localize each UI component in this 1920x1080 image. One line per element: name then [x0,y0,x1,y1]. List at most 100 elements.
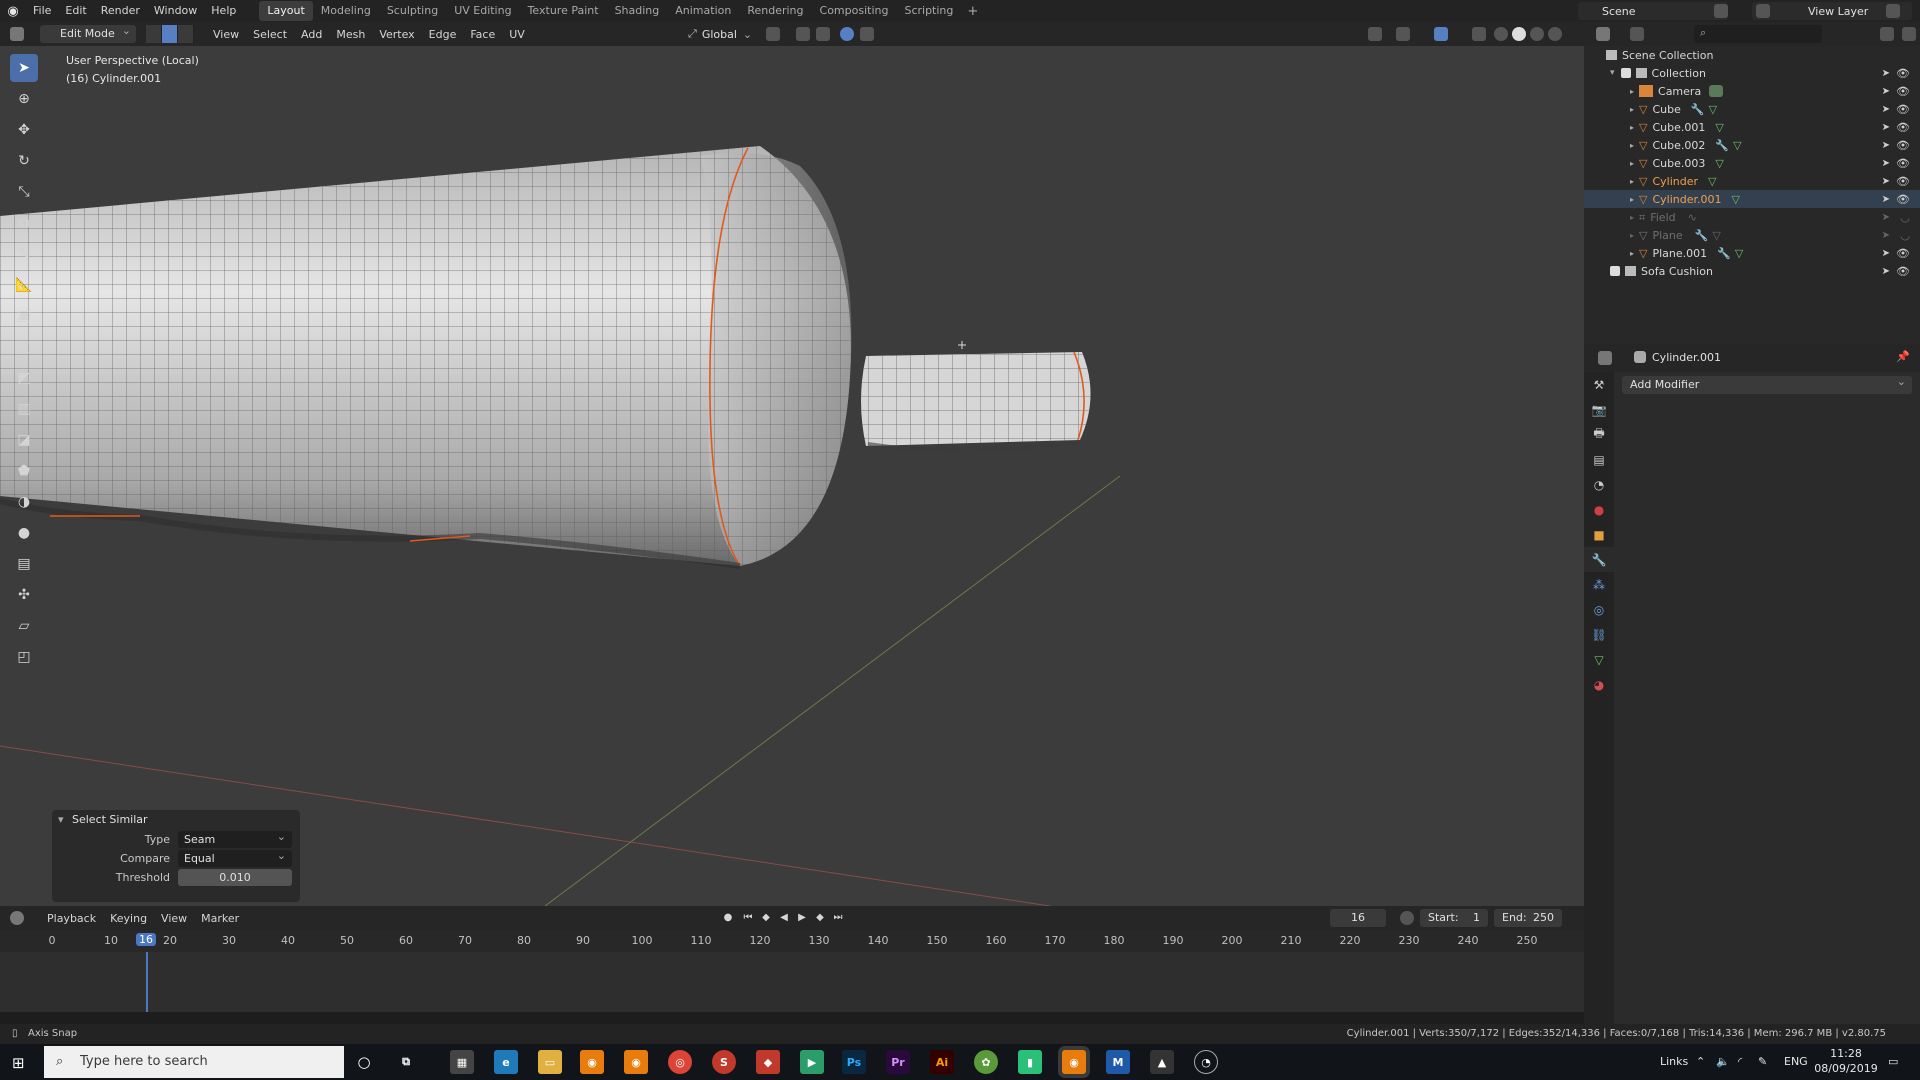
select-arrow-icon[interactable]: ➤ [1882,68,1890,79]
expand-arrow-icon[interactable]: ▸ [1630,87,1634,96]
small-cylinder-mesh[interactable] [850,346,1110,456]
knife-tool-icon[interactable]: ◪ [10,426,38,454]
editor-type-icon[interactable] [10,27,24,41]
notification-icon[interactable]: ▭ [1888,1044,1898,1080]
outliner-item[interactable]: ▸ ▽ Cube.002 🔧 ▽ ➤ 👁 [1584,136,1920,154]
menu-help[interactable]: Help [204,0,243,22]
expand-arrow-icon[interactable]: ▸ [1630,195,1634,204]
network-icon[interactable]: ◜ [1738,1044,1742,1080]
eye-icon[interactable]: 👁 [1896,265,1910,278]
menu-edit[interactable]: Edit [58,0,93,22]
outliner-item[interactable]: ▸ ▽ Cylinder ▽ ➤ 👁 [1584,172,1920,190]
menu-render[interactable]: Render [94,0,147,22]
add-modifier-dropdown[interactable]: Add Modifier [1622,373,1912,394]
end-frame-field[interactable]: End: 250 [1494,909,1562,927]
select-arrow-icon[interactable]: ➤ [1882,104,1890,115]
menu-vertex[interactable]: Vertex [372,28,421,41]
mesh-data-icon[interactable]: ▽ [1715,157,1723,170]
expand-arrow-icon[interactable]: ▸ [1630,141,1634,150]
scene-tab-icon[interactable]: ◔ [1584,472,1614,497]
menu-file[interactable]: File [26,0,58,22]
select-arrow-icon[interactable]: ➤ [1882,230,1890,241]
outliner-item[interactable]: ▸ ▽ Cube.003 ▽ ➤ 👁 [1584,154,1920,172]
threshold-field[interactable]: 0.010 [178,869,292,886]
snap-target-icon[interactable] [816,27,830,41]
overlay-icon[interactable] [1434,27,1448,41]
current-frame-field[interactable]: 16 [1330,909,1386,927]
outliner-item[interactable]: ▸ ▽ Plane.001 🔧 ▽ ➤ 👁 [1584,244,1920,262]
select-arrow-icon[interactable]: ➤ [1882,248,1890,259]
material-shading-icon[interactable] [1530,27,1544,41]
taskbar-search-input[interactable]: ⌕ Type here to search [44,1046,344,1078]
blender-app-icon-2[interactable]: ◉ [624,1050,648,1074]
filter-icon[interactable] [1880,27,1894,41]
eye-icon[interactable]: 👁 [1896,193,1910,206]
outliner-item[interactable]: ▸ ▽ Plane 🔧 ▽ ➤ ◡ [1584,226,1920,244]
tab-scripting[interactable]: Scripting [896,1,961,21]
menu-edge[interactable]: Edge [422,28,464,41]
app-icon-red[interactable]: S [712,1050,736,1074]
view-layer-tab-icon[interactable]: ▤ [1584,447,1614,472]
transform-orientation-dropdown[interactable]: ⤢ Global ⌄ [688,25,752,43]
eye-icon[interactable]: 👁 [1896,157,1910,170]
menu-uv[interactable]: UV [502,28,532,41]
smooth-tool-icon[interactable]: ● [10,519,38,547]
tab-texture-paint[interactable]: Texture Paint [520,1,607,21]
compare-dropdown[interactable]: Equal [178,847,292,867]
eye-icon[interactable]: 👁 [1896,121,1910,134]
select-arrow-icon[interactable]: ➤ [1882,212,1890,223]
select-arrow-icon[interactable]: ➤ [1882,266,1890,277]
eye-icon[interactable]: 👁 [1896,103,1910,116]
output-tab-icon[interactable]: 🖶 [1584,422,1614,447]
jump-start-button[interactable]: ⏮ [740,910,756,926]
blender-logo-icon[interactable]: ◉ [0,0,26,22]
constraints-tab-icon[interactable]: ⛓ [1584,622,1614,647]
camera-data-icon[interactable] [1709,85,1724,97]
windows-start-icon[interactable]: ⊞ [12,1054,25,1072]
clock[interactable]: 11:28 08/09/2019 [1812,1046,1880,1076]
prev-keyframe-button[interactable]: ◆ [758,910,774,926]
operator-panel-title[interactable]: Select Similar [52,810,300,830]
spin-tool-icon[interactable]: ◑ [10,488,38,516]
tool-tab-icon[interactable]: ⚒ [1584,372,1614,397]
mesh-data-icon[interactable]: ▽ [1708,175,1716,188]
wireframe-shading-icon[interactable] [1494,27,1508,41]
photos-icon[interactable]: ▲ [1150,1050,1174,1074]
tab-animation[interactable]: Animation [667,1,739,21]
menu-face[interactable]: Face [463,28,502,41]
eye-icon[interactable]: 👁 [1896,247,1910,260]
links-toolbar[interactable]: Links [1660,1044,1688,1080]
add-workspace-button[interactable]: + [961,4,984,19]
timeline-ruler[interactable]: 0 10 20 30 40 50 60 70 80 90 100 110 120… [0,930,1584,952]
task-view-icon[interactable]: ⧉ [394,1050,418,1074]
tab-modeling[interactable]: Modeling [313,1,379,21]
loop-cut-tool-icon[interactable]: ▥ [10,395,38,423]
solid-shading-icon[interactable] [1512,27,1526,41]
menu-window[interactable]: Window [147,0,204,22]
app-icon-teal[interactable]: ▮ [1018,1050,1042,1074]
menu-mesh[interactable]: Mesh [329,28,372,41]
cursor-tool-icon[interactable]: ⊕ [10,85,38,113]
face-select-button[interactable] [178,25,194,43]
play-reverse-button[interactable]: ◀ [776,910,792,926]
cortana-icon[interactable]: ○ [352,1050,376,1074]
play-button[interactable]: ▶ [794,910,810,926]
expand-arrow-icon[interactable]: ▸ [1630,159,1634,168]
outliner-item-selected[interactable]: ▸ ▽ Cylinder.001 ▽ ➤ 👁 [1584,190,1920,208]
mesh-data-tab-icon[interactable]: ▽ [1584,647,1614,672]
sofa-cushion-collection-row[interactable]: Sofa Cushion ➤ 👁 [1584,262,1920,280]
field-data-icon[interactable]: ∿ [1688,211,1697,224]
eye-icon[interactable]: 👁 [1896,85,1910,98]
expand-arrow-icon[interactable]: ▸ [1630,123,1634,132]
scene-selector[interactable]: Scene [1578,2,1728,20]
render-tab-icon[interactable]: 📷 [1584,397,1614,422]
tab-rendering[interactable]: Rendering [739,1,811,21]
menu-marker[interactable]: Marker [194,912,246,925]
mesh-data-icon[interactable]: ▽ [1712,229,1720,242]
scale-tool-icon[interactable]: ⤡ [10,178,38,206]
menu-timeline-view[interactable]: View [154,912,194,925]
tab-layout[interactable]: Layout [259,1,313,21]
world-tab-icon[interactable]: ● [1584,497,1614,522]
transform-tool-icon[interactable]: ⧉ [10,209,38,237]
eye-closed-icon[interactable]: ◡ [1900,211,1910,224]
